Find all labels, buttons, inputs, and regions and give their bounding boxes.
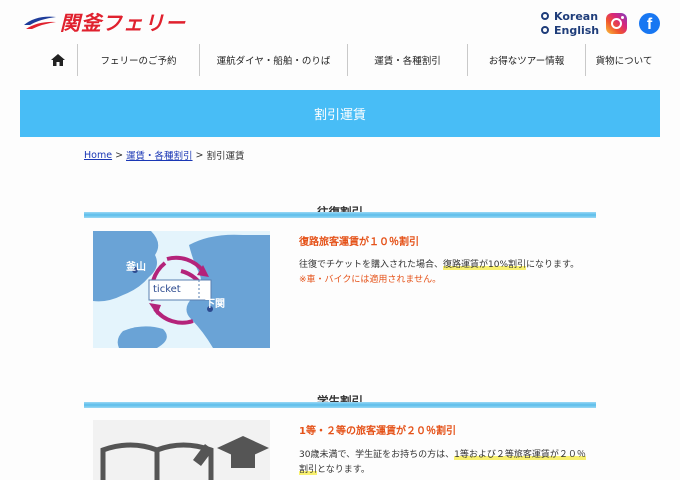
roundtrip-note: ※車・バイクには適用されません。 [299,275,442,285]
nav-cargo[interactable]: 貨物について [586,44,662,76]
book-graduation-illustration [93,420,270,480]
page-banner: 割引運賃 [20,90,660,137]
section-divider [84,402,596,408]
port-shimonoseki-label: 下関 [205,299,225,310]
nav-reservation[interactable]: フェリーのご予約 [78,44,200,76]
breadcrumb-current: 割引運賃 [206,151,245,162]
facebook-icon[interactable]: f [639,13,660,34]
breadcrumb-sep: > [195,149,204,161]
roundtrip-description: 往復でチケットを購入された場合、復路運賃が10%割引になります。 ※車・バイクに… [299,258,579,288]
home-icon [50,54,65,66]
radio-dot-icon [541,12,549,20]
lang-english-link[interactable]: English [541,23,599,37]
radio-dot-icon [541,26,549,34]
breadcrumb-sep: > [115,149,124,161]
student-offer-title: 1等・２等の旅客運賃が２０％割引 [299,426,456,437]
lang-korean-link[interactable]: Korean [541,9,599,23]
desc-text: 30歳未満で、学生証をお持ちの方は、 [299,450,455,460]
nav-schedule[interactable]: 運航ダイヤ・船舶・のりば [200,44,348,76]
desc-text: になります。 [526,260,580,270]
nav-fares[interactable]: 運賃・各種割引 [348,44,468,76]
roundtrip-offer-title: 復路旅客運賃が１０％割引 [299,237,419,248]
desc-highlight: 1等および２等旅客運賃が２０％ [454,450,586,460]
nav-tours[interactable]: お得なツアー情報 [468,44,586,76]
breadcrumb-fares[interactable]: 運賃・各種割引 [126,148,193,162]
lang-english-label: English [554,23,600,37]
student-description: 30歳未満で、学生証をお持ちの方は、1等および２等旅客運賃が２０％ 割引となりま… [299,448,586,478]
student-image [93,420,270,480]
desc-highlight: 復路運賃が10%割引 [443,260,527,270]
desc-highlight: 割引 [299,465,318,475]
nav-home[interactable] [38,44,78,76]
ticket-label: ticket [153,284,181,295]
language-links: Korean English [541,9,599,37]
ship-wave-icon [24,16,56,29]
instagram-icon[interactable] [606,13,627,34]
desc-text: 往復でチケットを購入された場合、 [299,260,444,270]
route-map-illustration [93,231,270,348]
section-divider [84,212,596,218]
logo-text: 関釜フェリー [60,10,186,35]
page-title: 割引運賃 [313,108,366,123]
site-logo[interactable]: 関釜フェリー [22,8,192,35]
breadcrumb-home[interactable]: Home [84,150,112,161]
lang-korean-label: Korean [554,9,599,23]
roundtrip-map-image: ticket 釜山 下関 [93,231,270,348]
port-busan-label: 釜山 [126,262,146,273]
main-nav: フェリーのご予約 運航ダイヤ・船舶・のりば 運賃・各種割引 お得なツアー情報 貨… [38,44,662,76]
desc-text: となります。 [317,465,370,475]
breadcrumb: Home > 運賃・各種割引 > 割引運賃 [84,148,245,163]
